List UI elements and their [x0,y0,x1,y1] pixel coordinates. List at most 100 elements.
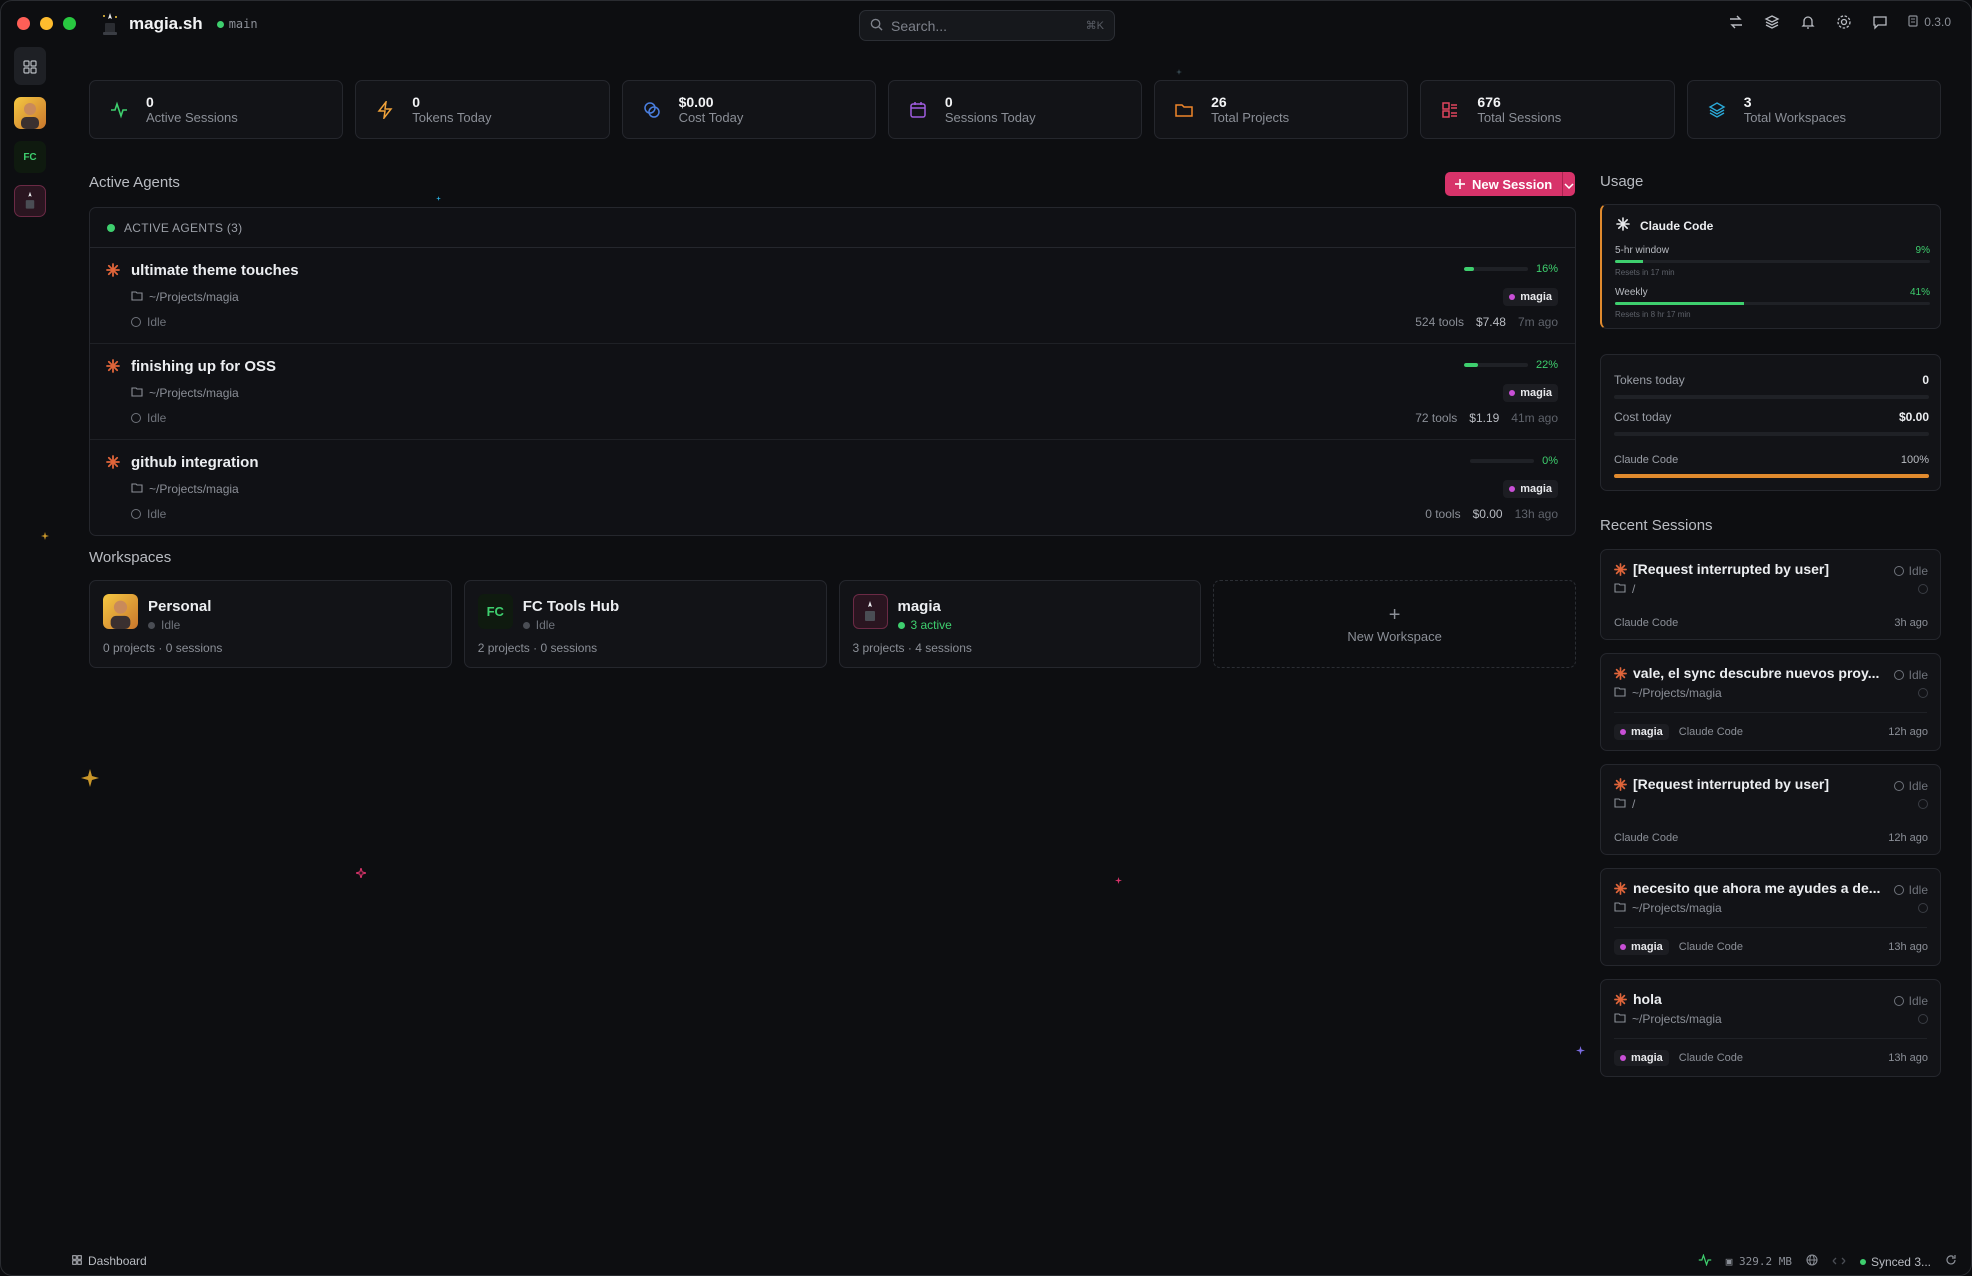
status-page-label: Dashboard [88,1254,147,1268]
project-tag[interactable]: magia [1614,724,1669,740]
agent-status: Idle [131,315,166,329]
project-tag-text: magia [1631,726,1663,738]
brand: magia.sh main [99,11,258,37]
recent-session-provider: Claude Code [1678,726,1744,738]
project-tag[interactable]: magia [1503,384,1558,402]
transfer-icon[interactable] [1727,13,1745,31]
new-session-main[interactable]: New Session [1445,172,1564,196]
project-tag[interactable]: magia [1614,1050,1669,1066]
layers-icon[interactable] [1763,13,1781,31]
agent-progress-bar [1463,363,1528,367]
workspace-state: 3 active [897,618,952,632]
workspace-card-personal[interactable]: Personal Idle 0 projects · 0 sessions [89,580,452,668]
agent-row[interactable]: ultimate theme touches ~/Projects/magia … [90,248,1575,344]
session-settings-icon[interactable] [1918,688,1928,698]
bell-icon[interactable] [1799,13,1817,31]
sparkle-icon [81,769,99,787]
folder-icon [1614,686,1626,700]
recent-session-time: 13h ago [1888,1052,1928,1064]
agent-status: Idle [131,507,166,521]
agent-status-text: Idle [147,507,167,521]
git-branch[interactable]: main [216,17,258,31]
session-settings-icon[interactable] [1918,799,1928,809]
project-dot [1620,944,1626,950]
agent-progress-bar [1463,267,1528,271]
app-name: magia.sh [129,14,203,33]
session-settings-icon[interactable] [1918,903,1928,913]
claude-sparkle-icon [1616,217,1630,234]
rail-workspace-personal-avatar[interactable] [14,97,46,129]
agent-status-text: Idle [147,411,167,425]
recent-session-footer: magia Claude Code 13h ago [1614,1050,1928,1066]
divider [1614,1038,1927,1039]
project-tag[interactable]: magia [1503,480,1558,498]
project-tag[interactable]: magia [1614,939,1669,955]
globe-icon[interactable] [1806,1254,1818,1269]
status-bar: Dashboard ▣ 329.2 MB Synced 3... [1,1247,1971,1275]
recent-session-card[interactable]: vale, el sync descubre nuevos proy... Idl… [1600,653,1941,751]
state-dot [522,621,530,629]
active-agents-title: Active Agents [89,174,180,191]
agent-row[interactable]: finishing up for OSS ~/Projects/magia Id… [90,344,1575,440]
workspace-card-fc-tools-hub[interactable]: FC FC Tools Hub Idle 2 projects · 0 sess… [463,580,827,668]
memory-chip-icon: ▣ [1725,1255,1733,1268]
recent-session-status: Idle [1893,668,1928,682]
close-window-button[interactable] [17,17,30,30]
maximize-window-button[interactable] [63,17,76,30]
recent-session-footer: Claude Code 12h ago [1614,832,1928,844]
recent-session-card[interactable]: necesito que ahora me ayudes a de... Idle… [1600,868,1941,966]
stat-label: Tokens Today [412,109,492,125]
agent-cost: $1.19 [1469,411,1500,425]
activity-icon[interactable] [1698,1253,1712,1269]
tokens-today-value: 0 [1922,373,1929,387]
project-tag[interactable]: magia [1503,288,1558,306]
refresh-icon[interactable] [1945,1254,1957,1269]
sparkle-icon [41,532,49,540]
new-session-button[interactable]: New Session [1445,172,1575,196]
stat-label: Sessions Today [944,109,1036,125]
recent-session-title: necesito que ahora me ayudes a de... [1633,880,1881,896]
folder-icon [1614,901,1626,915]
folder-icon [1614,582,1626,596]
workspace-card-magia[interactable]: magia 3 active 3 projects · 4 sessions [838,580,1202,668]
agent-path-text: ~/Projects/magia [149,290,239,304]
minimize-window-button[interactable] [40,17,53,30]
sync-status[interactable]: Synced 3... [1859,1255,1931,1269]
usage-weekly-label: Weekly [1615,287,1648,298]
folder-icon [131,386,143,400]
new-session-dropdown[interactable] [1563,177,1575,192]
recent-session-title: [Request interrupted by user] [1633,561,1830,577]
new-workspace-button[interactable]: + New Workspace [1213,580,1576,668]
agent-cost: $0.00 [1472,507,1503,521]
usage-weekly-reset: Resets in 8 hr 17 min [1615,310,1691,319]
recent-session-card[interactable]: [Request interrupted by user] Idle / Claude… [1600,764,1941,855]
recent-session-title: [Request interrupted by user] [1633,776,1830,792]
stat-card-total-sessions: 676 Total Sessions [1420,80,1675,139]
session-settings-icon[interactable] [1918,1014,1928,1024]
active-agents-count: ACTIVE AGENTS (3) [124,220,243,235]
rail-workspace-magia-avatar[interactable] [14,185,46,217]
chat-icon[interactable] [1871,13,1889,31]
recent-session-card[interactable]: hola Idle ~/Projects/magia magia Claude Code… [1600,979,1941,1077]
recent-session-card[interactable]: [Request interrupted by user] Idle / Claude… [1600,549,1941,640]
search-input[interactable]: Search... ⌘K [859,10,1115,41]
agent-row[interactable]: github integration ~/Projects/magia Idle… [90,440,1575,536]
rail-workspace-fc-tools-avatar[interactable]: FC [14,141,46,173]
search-icon [870,18,883,34]
session-settings-icon[interactable] [1918,584,1928,594]
stat-card-total-projects: 26 Total Projects [1154,80,1409,139]
agent-progress-fill [1463,267,1475,271]
cost-today-bar [1614,432,1929,436]
workspaces-row: Personal Idle 0 projects · 0 sessions FC… [89,580,1576,668]
status-right: ▣ 329.2 MB Synced 3... [1698,1253,1957,1269]
status-page[interactable]: Dashboard [72,1254,147,1268]
stat-value: 3 [1743,93,1752,110]
gear-icon[interactable] [1835,13,1853,31]
coins-icon [641,99,663,121]
remote-icon[interactable] [1832,1255,1846,1269]
agent-path: ~/Projects/magia [131,386,239,400]
sparkle-icon [1176,69,1182,75]
claude-asterisk-icon [1614,993,1627,1011]
sparkle-icon [1576,1046,1585,1055]
dashboard-rail-button[interactable] [14,53,46,85]
